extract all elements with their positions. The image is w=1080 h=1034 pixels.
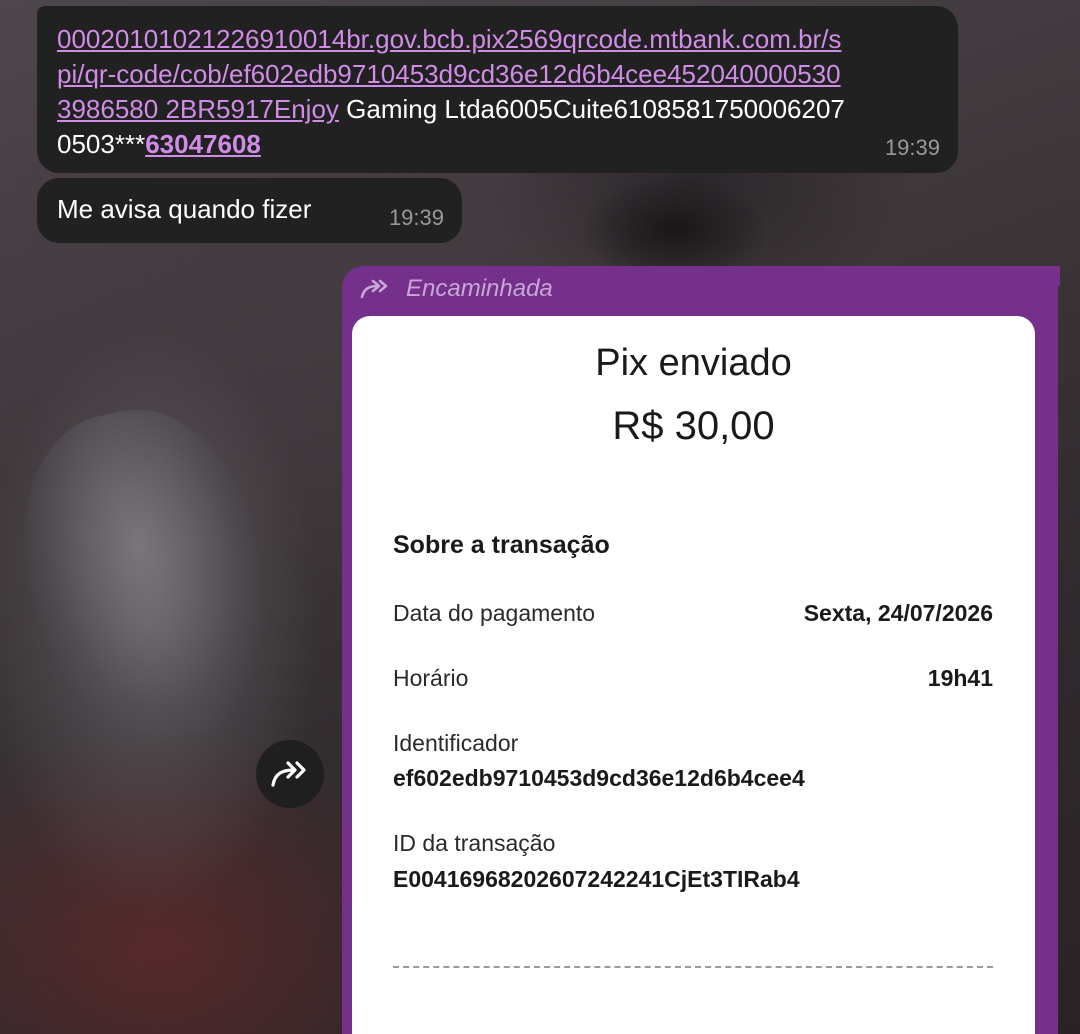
time-label: Horário bbox=[393, 665, 469, 691]
message-bubble-text[interactable]: Me avisa quando fizer 19:39 bbox=[37, 178, 462, 243]
message-bubble-pix-code[interactable]: 00020101021226910014br.gov.bcb.pix2569qr… bbox=[37, 6, 958, 173]
wallpaper-background bbox=[0, 389, 292, 761]
forwarded-label: Encaminhada bbox=[406, 275, 553, 302]
forward-arrows-icon bbox=[271, 761, 306, 787]
time-value: 19h41 bbox=[927, 665, 993, 691]
transaction-id-label: ID da transação bbox=[393, 830, 556, 856]
message-text: Me avisa quando fizer bbox=[57, 194, 312, 224]
transaction-id-value: E00416968202607242241CjEt3TIRab4 bbox=[393, 866, 800, 892]
receipt-section-title: Sobre a transação bbox=[393, 531, 610, 559]
message-time: 19:39 bbox=[388, 205, 444, 230]
identifier-value: ef602edb9710453d9cd36e12d6b4cee4 bbox=[393, 765, 805, 791]
forwarded-header: Encaminhada bbox=[360, 272, 553, 306]
forward-arrows-icon bbox=[360, 279, 388, 299]
receipt-title: Pix enviado bbox=[595, 342, 792, 384]
identifier-label: Identificador bbox=[393, 730, 519, 756]
share-button[interactable] bbox=[256, 740, 324, 808]
message-time: 19:39 bbox=[884, 135, 940, 160]
pix-code-link-end[interactable]: 63047608 bbox=[145, 129, 261, 159]
bubble-tail bbox=[1030, 266, 1060, 286]
payment-date-value: Sexta, 24/07/2026 bbox=[803, 600, 993, 626]
receipt-divider bbox=[393, 966, 993, 968]
payment-date-label: Data do pagamento bbox=[393, 600, 596, 626]
receipt-amount: R$ 30,00 bbox=[612, 404, 775, 448]
message-text: 00020101021226910014br.gov.bcb.pix2569qr… bbox=[57, 22, 847, 162]
